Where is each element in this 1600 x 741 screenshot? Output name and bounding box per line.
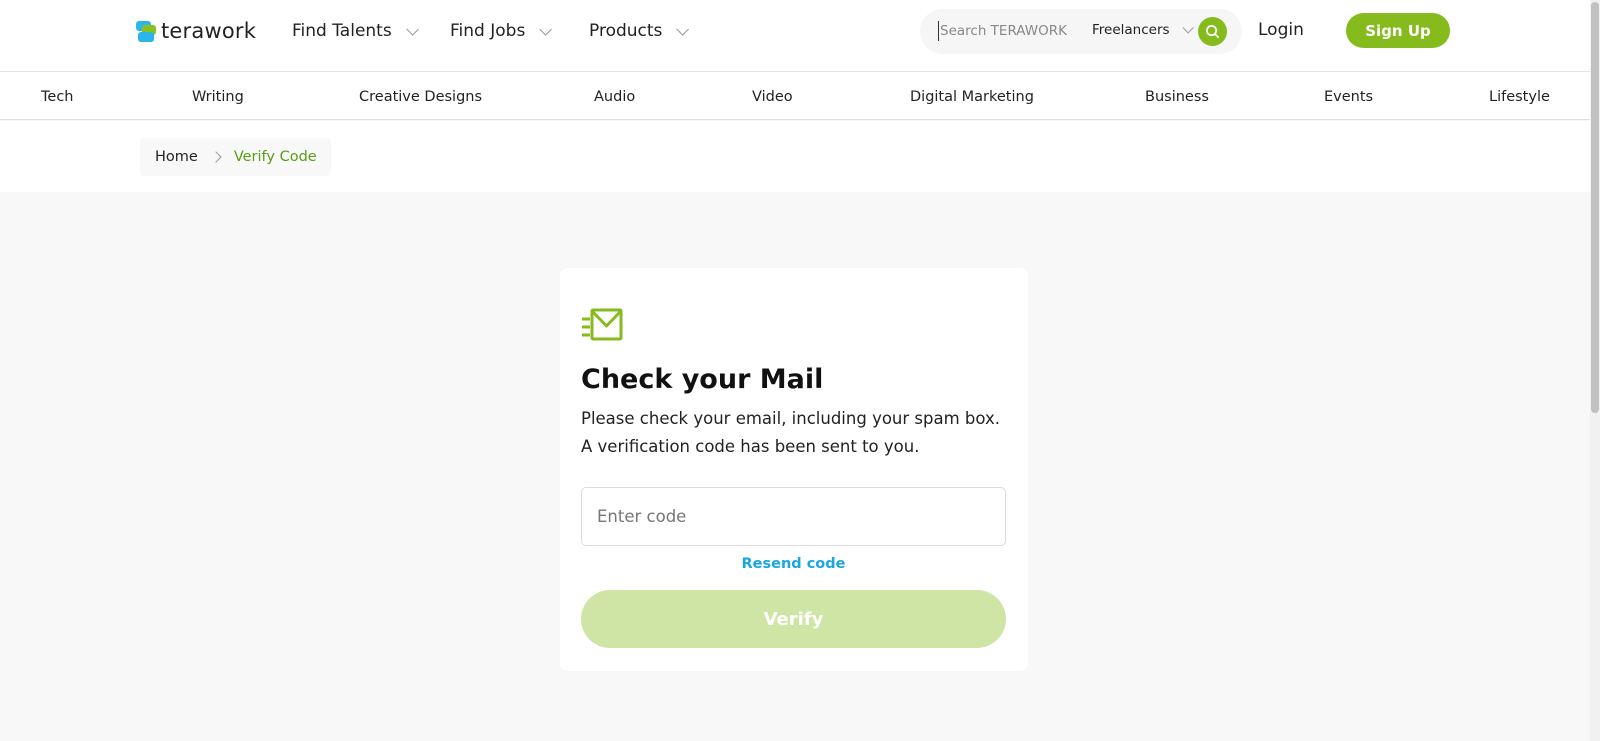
breadcrumb: Home Verify Code — [140, 138, 331, 176]
logo-text: terawork — [161, 19, 257, 43]
search-bar: Freelancers — [920, 9, 1242, 54]
chevron-down-icon — [405, 22, 419, 36]
nav-label: Products — [589, 21, 663, 41]
chevron-right-icon — [210, 151, 222, 163]
nav-label: Find Jobs — [450, 21, 526, 41]
logo[interactable]: terawork — [136, 18, 256, 44]
search-scope-label: Freelancers — [1092, 22, 1170, 38]
chevron-down-icon — [676, 22, 690, 36]
category-video[interactable]: Video — [752, 89, 793, 105]
category-creative-designs[interactable]: Creative Designs — [359, 89, 482, 105]
verify-card: Check your Mail Please check your email,… — [560, 268, 1028, 671]
sign-up-button[interactable]: Sign Up — [1346, 13, 1450, 48]
card-description: Please check your email, including your … — [581, 409, 1000, 456]
search-input[interactable] — [938, 21, 1070, 41]
nav-find-jobs[interactable]: Find Jobs — [450, 19, 553, 43]
verify-button[interactable]: Verify — [581, 590, 1006, 648]
breadcrumb-current: Verify Code — [233, 149, 317, 165]
scrollbar-thumb[interactable] — [1591, 2, 1599, 413]
category-digital-marketing[interactable]: Digital Marketing — [910, 89, 1034, 105]
resend-code-link[interactable]: Resend code — [581, 556, 1006, 572]
chevron-down-icon — [539, 22, 553, 36]
category-lifestyle[interactable]: Lifestyle — [1489, 89, 1550, 105]
category-bar: Tech Writing Creative Designs Audio Vide… — [0, 72, 1590, 120]
search-button[interactable] — [1198, 17, 1227, 46]
login-link[interactable]: Login — [1258, 20, 1304, 40]
category-business[interactable]: Business — [1145, 89, 1209, 105]
card-title: Check your Mail — [581, 364, 824, 395]
category-events[interactable]: Events — [1324, 89, 1373, 105]
nav-label: Find Talents — [292, 21, 392, 41]
top-header: terawork Find Talents Find Jobs Products… — [0, 0, 1590, 72]
search-scope-dropdown[interactable]: Freelancers — [1092, 22, 1194, 38]
page-scrollbar[interactable] — [1590, 0, 1600, 741]
nav-products[interactable]: Products — [589, 19, 690, 43]
mail-icon — [582, 308, 623, 341]
category-writing[interactable]: Writing — [192, 89, 244, 105]
category-tech[interactable]: Tech — [41, 89, 73, 105]
category-audio[interactable]: Audio — [594, 89, 635, 105]
code-input[interactable] — [581, 487, 1006, 546]
chevron-down-icon — [1182, 22, 1194, 34]
nav-find-talents[interactable]: Find Talents — [292, 19, 419, 43]
breadcrumb-home[interactable]: Home — [155, 149, 198, 165]
search-icon — [1206, 25, 1219, 38]
logo-icon — [136, 19, 158, 43]
breadcrumb-section: Home Verify Code — [0, 121, 1590, 192]
